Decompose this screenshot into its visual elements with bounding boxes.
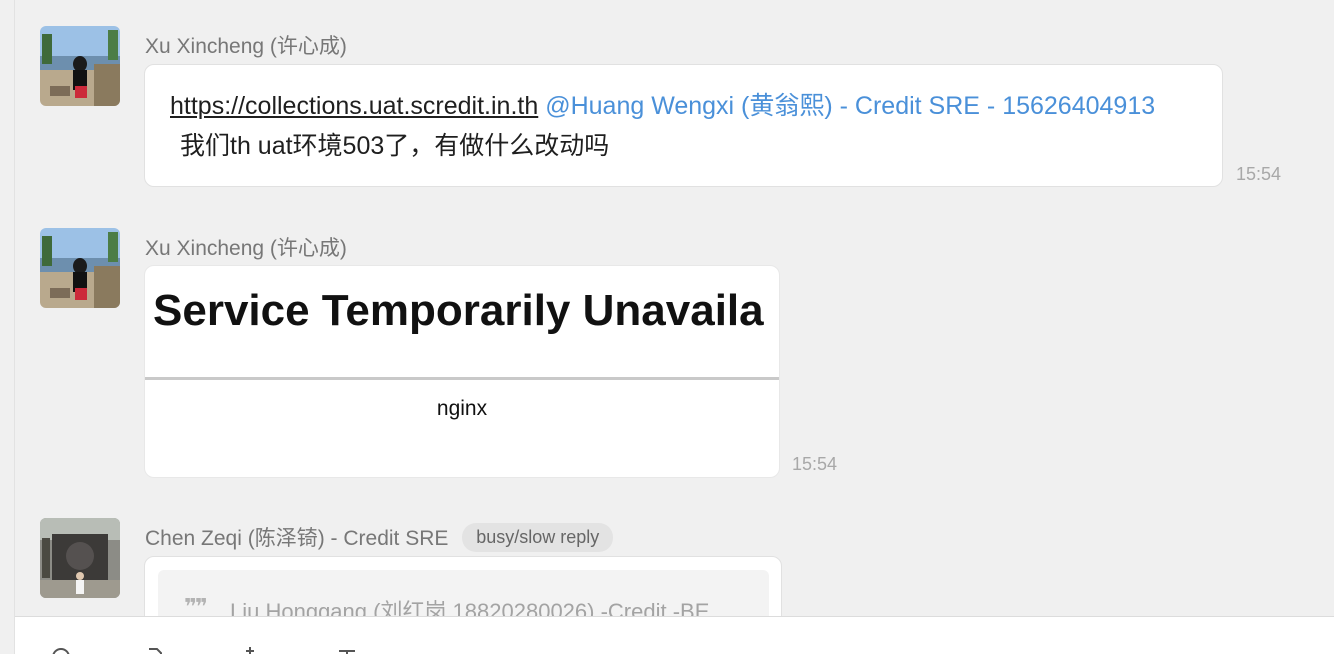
sender-name-text: Chen Zeqi (陈泽锜) - Credit SRE [145, 527, 449, 550]
scissors-icon[interactable] [240, 647, 260, 654]
chat-history-icon[interactable] [337, 647, 357, 654]
image-attachment[interactable]: Service Temporarily Unavaila nginx [144, 265, 780, 478]
image-footer: nginx [436, 397, 488, 420]
message-text: https://collections.uat.scredit.in.th @H… [170, 86, 1180, 166]
avatar[interactable] [40, 518, 120, 598]
message-time: 15:54 [1236, 164, 1282, 184]
sender-name[interactable]: Xu Xincheng (许心成) [145, 232, 347, 262]
sender-name[interactable]: Xu Xincheng (许心成) [145, 30, 347, 60]
composer-toolbar [15, 616, 1334, 654]
message-body: 我们th uat环境503了，有做什么改动吗 [180, 132, 610, 160]
sender-name[interactable]: Chen Zeqi (陈泽锜) - Credit SRE busy/slow r… [145, 522, 614, 552]
sender-name-text: Xu Xincheng (许心成) [145, 237, 347, 260]
phone-number[interactable]: 15626404913 [1002, 92, 1155, 120]
file-icon[interactable] [145, 647, 165, 654]
chat-window: Xu Xincheng (许心成) https://collections.ua… [0, 0, 1334, 654]
message-link[interactable]: https://collections.uat.scredit.in.th [170, 92, 538, 120]
image-divider [145, 377, 779, 380]
status-badge: busy/slow reply [462, 522, 614, 552]
message-time: 15:54 [792, 454, 838, 474]
avatar[interactable] [40, 26, 120, 106]
image-title: Service Temporarily Unavaila [153, 286, 764, 335]
sender-name-text: Xu Xincheng (许心成) [145, 35, 347, 58]
sidebar-divider [14, 0, 15, 654]
avatar[interactable] [40, 228, 120, 308]
mention-link[interactable]: @Huang Wengxi (黄翁熙) - Credit SRE - [545, 92, 995, 120]
emoji-icon[interactable] [51, 647, 71, 654]
